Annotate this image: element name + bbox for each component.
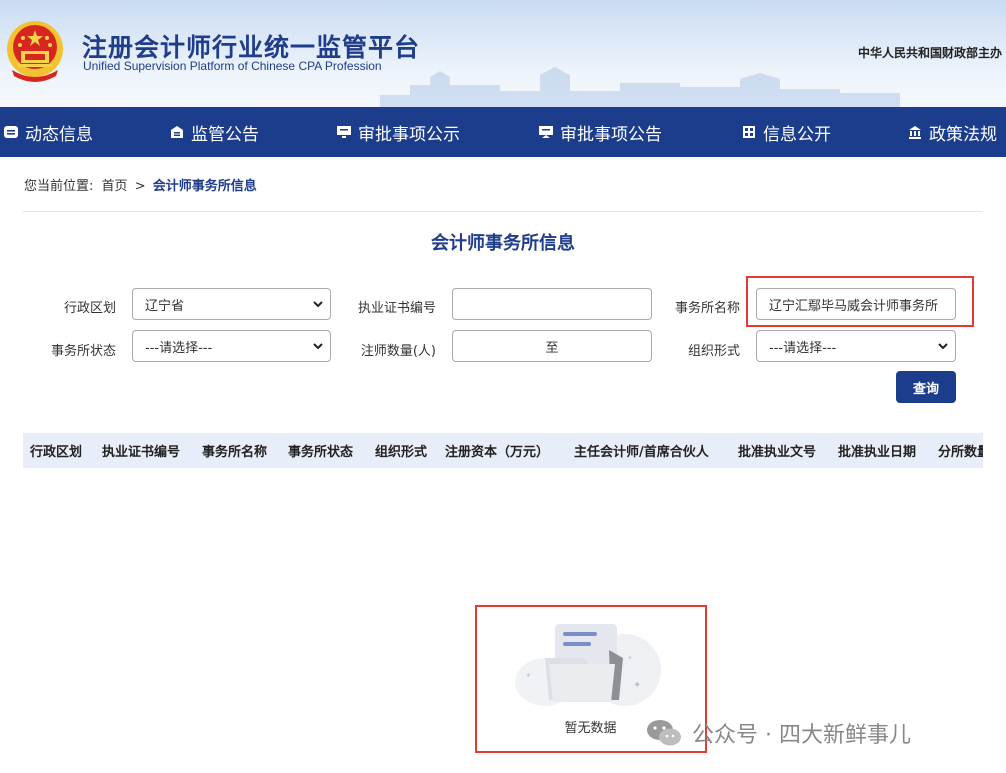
grid-icon: [742, 125, 756, 139]
chevron-down-icon: [313, 343, 323, 350]
page-title: 会计师事务所信息: [431, 233, 575, 254]
firm-name-label: 事务所名称: [674, 301, 740, 316]
chevron-down-icon: [313, 301, 323, 308]
table-header: 行政区划 执业证书编号 事务所名称 事务所状态 组织形式 注册资本（万元） 主任…: [23, 433, 983, 468]
column-header-approval-number[interactable]: 批准执业文号: [738, 433, 816, 468]
watermark-text: 公众号 · 四大新鲜事儿: [692, 723, 911, 748]
nav-item-label: 监管公告: [191, 124, 259, 145]
status-select[interactable]: ---请选择---: [132, 330, 331, 362]
news-icon: [4, 125, 18, 139]
notice-icon: [170, 125, 184, 139]
building-icon: [908, 125, 922, 139]
nav-item-label: 审批事项公告: [560, 124, 662, 145]
nav-item-label: 信息公开: [763, 124, 831, 145]
national-emblem-icon: [7, 21, 63, 82]
column-header-approval-date[interactable]: 批准执业日期: [838, 433, 916, 468]
announce-icon: [539, 125, 553, 139]
column-header-org-form[interactable]: 组织形式: [375, 433, 427, 468]
column-header-capital[interactable]: 注册资本（万元）: [445, 433, 549, 468]
region-select[interactable]: 辽宁省: [132, 288, 331, 320]
nav-item-policy-regulations[interactable]: 政策法规: [908, 107, 997, 157]
org-form-label: 组织形式: [687, 344, 740, 359]
breadcrumb: 您当前位置: 首页 > 会计师事务所信息: [24, 175, 257, 194]
nav-item-approval-publicity[interactable]: 审批事项公示: [337, 107, 460, 157]
region-label: 行政区划: [63, 301, 116, 316]
nav-item-label: 政策法规: [929, 124, 997, 145]
site-subtitle: Unified Supervision Platform of Chinese …: [83, 59, 382, 73]
monitor-icon: [337, 125, 351, 139]
nav-item-approval-announcement[interactable]: 审批事项公告: [539, 107, 662, 157]
region-select-value: 辽宁省: [145, 298, 185, 314]
column-header-firm-name[interactable]: 事务所名称: [202, 433, 267, 468]
breadcrumb-prefix: 您当前位置:: [24, 179, 94, 194]
divider: [23, 211, 982, 212]
breadcrumb-current: 会计师事务所信息: [152, 179, 257, 194]
column-header-license[interactable]: 执业证书编号: [102, 433, 180, 468]
column-header-branch-count[interactable]: 分所数量: [938, 433, 983, 468]
cpa-count-label: 注师数量(人): [360, 344, 436, 359]
main-nav: 动态信息 监管公告 审批事项公示 审批事项公告 信息公开 政策法规: [0, 107, 1006, 157]
nav-item-supervision-notice[interactable]: 监管公告: [170, 107, 259, 157]
org-form-select-value: ---请选择---: [769, 340, 837, 356]
nav-item-dynamic-info[interactable]: 动态信息: [4, 107, 93, 157]
status-label: 事务所状态: [50, 344, 116, 359]
highlight-box-firm-name: [746, 276, 974, 327]
cpa-count-separator: 至: [545, 340, 559, 356]
breadcrumb-separator: >: [134, 179, 146, 194]
watermark: 公众号 · 四大新鲜事儿: [646, 717, 911, 749]
nav-item-label: 动态信息: [25, 124, 93, 145]
breadcrumb-home-link[interactable]: 首页: [102, 179, 128, 194]
column-header-firm-status[interactable]: 事务所状态: [288, 433, 353, 468]
query-button[interactable]: 查询: [896, 371, 956, 403]
column-header-region[interactable]: 行政区划: [30, 433, 82, 468]
nav-item-label: 审批事项公示: [358, 124, 460, 145]
wechat-icon: [647, 720, 681, 746]
license-input[interactable]: [452, 288, 652, 320]
sponsor-text: 中华人民共和国财政部主办: [857, 46, 1002, 60]
chevron-down-icon: [938, 343, 948, 350]
site-header: 注册会计师行业统一监管平台 Unified Supervision Platfo…: [0, 0, 1006, 107]
status-select-value: ---请选择---: [145, 340, 213, 356]
cpa-count-range-input[interactable]: 至: [452, 330, 652, 362]
nav-item-info-disclosure[interactable]: 信息公开: [742, 107, 831, 157]
org-form-select[interactable]: ---请选择---: [756, 330, 956, 362]
license-label: 执业证书编号: [357, 301, 436, 316]
column-header-chief-accountant[interactable]: 主任会计师/首席合伙人: [574, 433, 709, 468]
skyline-decoration: [380, 67, 900, 107]
